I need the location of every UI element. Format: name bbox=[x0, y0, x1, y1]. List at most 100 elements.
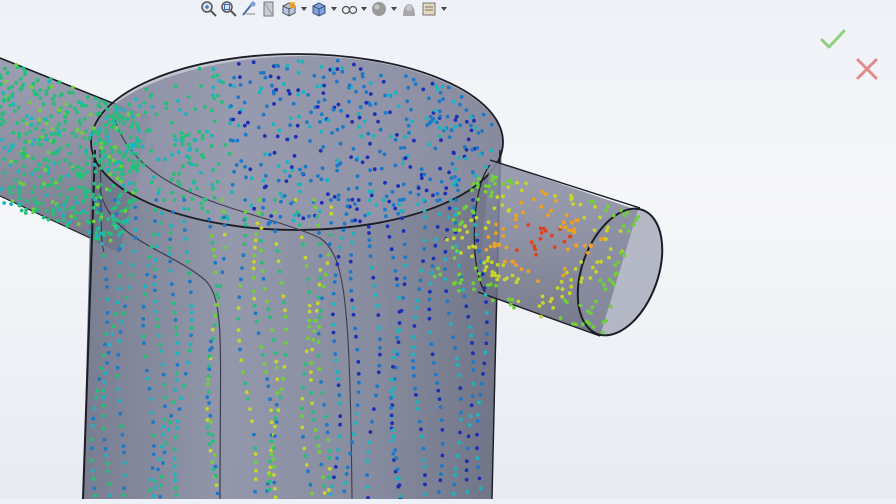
trajectory-particle bbox=[573, 267, 578, 271]
trajectory-particle bbox=[414, 393, 418, 397]
trajectory-particle bbox=[598, 215, 602, 220]
trajectory-particle bbox=[25, 199, 30, 203]
trajectory-particle bbox=[364, 90, 369, 94]
trajectory-particle bbox=[559, 279, 564, 284]
trajectory-particle bbox=[2, 171, 7, 175]
trajectory-particle bbox=[209, 419, 213, 424]
toolbar-dropdown-arrow[interactable] bbox=[390, 1, 398, 18]
trajectory-particle bbox=[105, 361, 109, 365]
trajectory-particle bbox=[485, 320, 489, 325]
toolbar-dropdown-arrow[interactable] bbox=[330, 1, 338, 18]
trajectory-particle bbox=[129, 110, 134, 115]
trajectory-particle bbox=[475, 456, 480, 461]
trajectory-particle bbox=[355, 207, 359, 212]
trajectory-particle bbox=[132, 249, 137, 254]
trajectory-particle bbox=[183, 371, 188, 376]
previous-view-button[interactable] bbox=[240, 1, 258, 18]
trajectory-particle bbox=[601, 320, 606, 325]
trajectory-particle bbox=[83, 103, 88, 108]
apply-scene-button[interactable] bbox=[400, 1, 418, 18]
trajectory-particle bbox=[335, 370, 340, 374]
toolbar-dropdown-arrow[interactable] bbox=[440, 1, 448, 18]
display-style-button[interactable] bbox=[310, 1, 328, 18]
trajectory-particle bbox=[402, 282, 407, 287]
trajectory-particle bbox=[422, 238, 427, 243]
zoom-to-fit-button[interactable] bbox=[200, 1, 218, 18]
trajectory-particle bbox=[0, 112, 5, 116]
trajectory-particle bbox=[11, 130, 16, 135]
trajectory-particle bbox=[457, 289, 461, 293]
trajectory-particle bbox=[481, 112, 486, 117]
toolbar-dropdown-arrow[interactable] bbox=[300, 1, 308, 18]
trajectory-particle bbox=[117, 398, 121, 403]
trajectory-particle bbox=[397, 202, 401, 207]
trajectory-particle bbox=[45, 183, 50, 188]
trajectory-particle bbox=[205, 129, 210, 134]
trajectory-particle bbox=[306, 93, 310, 97]
trajectory-particle bbox=[274, 420, 279, 424]
trajectory-particle bbox=[173, 447, 177, 452]
graphics-viewport[interactable] bbox=[0, 0, 896, 501]
trajectory-particle bbox=[101, 353, 106, 357]
trajectory-particle bbox=[489, 194, 494, 199]
trajectory-particle bbox=[206, 425, 210, 429]
trajectory-particle bbox=[539, 204, 544, 209]
trajectory-particle bbox=[335, 58, 340, 63]
trajectory-particle bbox=[336, 102, 341, 107]
3d-model-view[interactable] bbox=[0, 0, 896, 501]
trajectory-particle bbox=[122, 473, 127, 478]
view-orientation-button[interactable] bbox=[280, 1, 298, 18]
trajectory-particle bbox=[540, 294, 545, 299]
trajectory-particle bbox=[404, 74, 408, 78]
trajectory-particle bbox=[106, 231, 111, 236]
trajectory-particle bbox=[558, 316, 563, 320]
view-orientation-icon bbox=[282, 2, 296, 17]
trajectory-particle bbox=[598, 278, 603, 283]
trajectory-particle bbox=[445, 228, 449, 232]
trajectory-particle bbox=[30, 156, 35, 161]
trajectory-particle bbox=[336, 254, 341, 259]
trajectory-particle bbox=[208, 413, 213, 418]
trajectory-particle bbox=[365, 459, 370, 464]
trajectory-particle bbox=[332, 339, 337, 344]
trajectory-particle bbox=[393, 163, 398, 168]
trajectory-particle bbox=[484, 300, 488, 304]
trajectory-particle bbox=[453, 280, 457, 285]
ok-button[interactable] bbox=[820, 26, 846, 52]
trajectory-particle bbox=[368, 430, 373, 434]
trajectory-particle bbox=[389, 396, 393, 400]
trajectory-particle bbox=[477, 476, 482, 481]
section-view-button[interactable] bbox=[260, 1, 278, 18]
trajectory-particle bbox=[38, 88, 43, 93]
trajectory-particle bbox=[454, 198, 459, 202]
trajectory-particle bbox=[301, 242, 305, 247]
trajectory-particle bbox=[15, 121, 20, 126]
trajectory-particle bbox=[175, 419, 180, 424]
trajectory-particle bbox=[329, 205, 334, 209]
trajectory-particle bbox=[177, 407, 182, 411]
trajectory-particle bbox=[514, 248, 519, 253]
trajectory-particle bbox=[353, 202, 357, 206]
toolbar-dropdown-arrow[interactable] bbox=[360, 1, 368, 18]
trajectory-particle bbox=[212, 254, 217, 259]
trajectory-particle bbox=[383, 111, 388, 115]
trajectory-particle bbox=[86, 95, 90, 99]
trajectory-particle bbox=[512, 305, 516, 310]
hide-show-items-button[interactable] bbox=[340, 1, 358, 18]
trajectory-particle bbox=[327, 466, 332, 471]
trajectory-particle bbox=[126, 157, 131, 162]
zoom-to-area-button[interactable] bbox=[220, 1, 238, 18]
trajectory-particle bbox=[131, 159, 135, 164]
trajectory-particle bbox=[510, 297, 515, 302]
trajectory-particle bbox=[271, 457, 276, 462]
trajectory-particle bbox=[156, 191, 161, 196]
edit-appearance-button[interactable] bbox=[370, 1, 388, 18]
trajectory-particle bbox=[345, 114, 350, 118]
view-settings-button[interactable] bbox=[420, 1, 438, 18]
trajectory-particle bbox=[43, 157, 48, 161]
trajectory-particle bbox=[501, 182, 506, 186]
cancel-button[interactable] bbox=[854, 56, 880, 82]
trajectory-particle bbox=[133, 216, 138, 221]
trajectory-particle bbox=[123, 152, 127, 157]
trajectory-particle bbox=[253, 245, 257, 250]
